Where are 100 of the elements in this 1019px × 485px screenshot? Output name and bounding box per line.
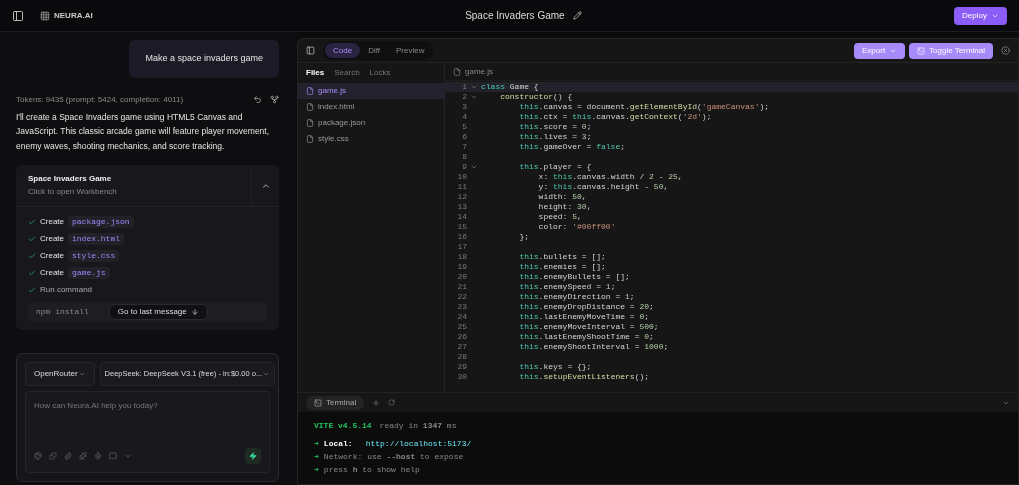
view-tab[interactable]: Code — [325, 43, 361, 58]
file-name: style.css — [68, 250, 120, 262]
chat-icon[interactable] — [109, 452, 117, 460]
code-line: this.enemyDropDistance = 20; — [518, 302, 654, 312]
go-to-last-message-button[interactable]: Go to last message — [108, 304, 208, 320]
file-item[interactable]: package.json — [298, 115, 444, 131]
chevron-icon[interactable] — [124, 452, 132, 460]
sidebar-tab[interactable]: Search — [334, 67, 360, 79]
token-count: Tokens: 9435 (prompt: 5424, completion: 4011) — [16, 93, 184, 106]
code-line: color: '#00ff00' — [537, 222, 616, 232]
send-button[interactable] — [245, 448, 261, 464]
file-icon — [306, 119, 314, 127]
sidebar-tab[interactable]: Locks — [369, 67, 391, 79]
line-number: 4 — [461, 111, 467, 123]
sidebar-tab[interactable]: Files — [306, 67, 325, 79]
file-name: index.html — [68, 233, 125, 245]
puzzle-icon[interactable] — [49, 452, 57, 460]
provider-select[interactable]: OpenRouter — [25, 362, 95, 386]
sparkles-icon[interactable] — [79, 452, 87, 460]
terminal-label: Local: — [323, 438, 353, 450]
line-number: 5 — [461, 121, 467, 133]
panel-toggle-icon[interactable] — [306, 46, 315, 55]
step-label: Create — [40, 267, 64, 279]
fork-icon[interactable] — [270, 95, 279, 104]
code-line: this.enemies = []; — [518, 262, 606, 272]
code-line: this.canvas = document.getElementById('gameCanvas'); — [518, 102, 770, 112]
line-number: 28 — [456, 351, 467, 363]
line-number: 30 — [456, 371, 467, 383]
command-text: npm install — [36, 306, 89, 318]
caret-icon — [262, 370, 271, 378]
line-number: 9 — [461, 161, 467, 173]
deploy-button[interactable]: Deploy — [954, 6, 1007, 25]
terminal-icon — [314, 398, 322, 407]
file-item[interactable]: style.css — [298, 131, 444, 147]
line-number: 23 — [456, 301, 467, 313]
terminal-tab[interactable]: Terminal — [306, 395, 365, 410]
vite-version: VITE v4.5.14 — [314, 420, 372, 432]
line-number: 12 — [456, 191, 467, 203]
bolt-icon — [249, 452, 257, 460]
file-icon — [306, 103, 314, 111]
undo-icon[interactable] — [253, 95, 262, 104]
code-line: this.setupEventListeners(); — [518, 372, 650, 382]
line-number: 14 — [456, 211, 467, 223]
line-number: 10 — [456, 171, 467, 183]
code-line: this.enemyDirection = 1; — [518, 292, 635, 302]
artifact-title[interactable]: Space Invaders Game — [28, 173, 239, 185]
arrow-glyph: ➜ — [314, 464, 319, 476]
arrow-down-icon — [190, 308, 199, 316]
line-number: 3 — [461, 101, 467, 113]
code-line: constructor() { — [499, 92, 573, 102]
open-file-name: game.js — [465, 65, 493, 78]
palette-icon[interactable] — [34, 452, 42, 460]
code-line: width: 50, — [537, 192, 587, 202]
file-icon — [306, 87, 314, 95]
line-number: 27 — [456, 341, 467, 353]
code-line: speed: 5, — [537, 212, 582, 222]
code-line: this.enemyShootInterval = 1000; — [518, 342, 669, 352]
line-number: 18 — [456, 251, 467, 263]
code-line: class Game { — [481, 82, 539, 92]
line-number: 21 — [456, 281, 467, 293]
fold-icon[interactable] — [470, 93, 478, 101]
code-line: y: this.canvas.height - 50, — [537, 182, 669, 192]
code-line: this.lastEnemyMoveTime = 0; — [518, 312, 650, 322]
close-icon[interactable] — [1001, 46, 1010, 55]
code-line: this.lastEnemyShootTime = 0; — [518, 332, 654, 342]
user-message: Make a space invaders game — [129, 40, 279, 78]
add-icon[interactable] — [372, 398, 381, 407]
edit-icon[interactable] — [572, 11, 582, 20]
line-number: 24 — [456, 311, 467, 323]
fold-icon[interactable] — [470, 163, 478, 171]
line-number: 13 — [456, 201, 467, 213]
arrow-glyph: ➜ — [314, 451, 319, 463]
terminal-hint: press h to show help — [323, 464, 420, 476]
code-line: this.enemyMoveInterval = 500; — [518, 322, 659, 332]
assistant-reply: I'll create a Space Invaders game using HTML5 Canvas and JavaScript. This classic arcade game will feature player movement, enemy waves, shooting mechanics, and score tracking. — [16, 110, 271, 153]
view-tab[interactable]: Preview — [388, 43, 433, 58]
fold-icon[interactable] — [470, 83, 478, 91]
file-icon — [306, 135, 314, 143]
file-item[interactable]: index.html — [298, 99, 444, 115]
prompt-input[interactable]: How can Neura.AI help you today? — [25, 391, 270, 473]
step-label: Run command — [40, 284, 93, 296]
line-number: 16 — [456, 231, 467, 243]
file-item[interactable]: game.js — [298, 83, 444, 99]
logo-icon — [40, 10, 50, 21]
code-line: x: this.canvas.width / 2 - 25, — [537, 172, 683, 182]
view-tab[interactable]: Diff — [360, 43, 388, 58]
microphone-icon[interactable] — [94, 452, 102, 460]
arrow-glyph: ➜ — [314, 438, 319, 450]
file-icon — [453, 67, 461, 76]
code-line: }; — [518, 232, 529, 242]
prompt-field[interactable]: How can Neura.AI help you today? — [34, 400, 261, 412]
paperclip-icon[interactable] — [64, 452, 72, 460]
sidebar-toggle-icon[interactable] — [12, 9, 24, 22]
line-number: 6 — [461, 131, 467, 143]
code-line: this.player = { — [518, 162, 592, 172]
terminal-link[interactable]: http://localhost:5173/ — [365, 438, 472, 450]
step-label: Create — [40, 233, 64, 245]
code-line: height: 30, — [537, 202, 592, 212]
refresh-icon[interactable] — [388, 399, 396, 406]
line-number: 1 — [461, 81, 467, 93]
